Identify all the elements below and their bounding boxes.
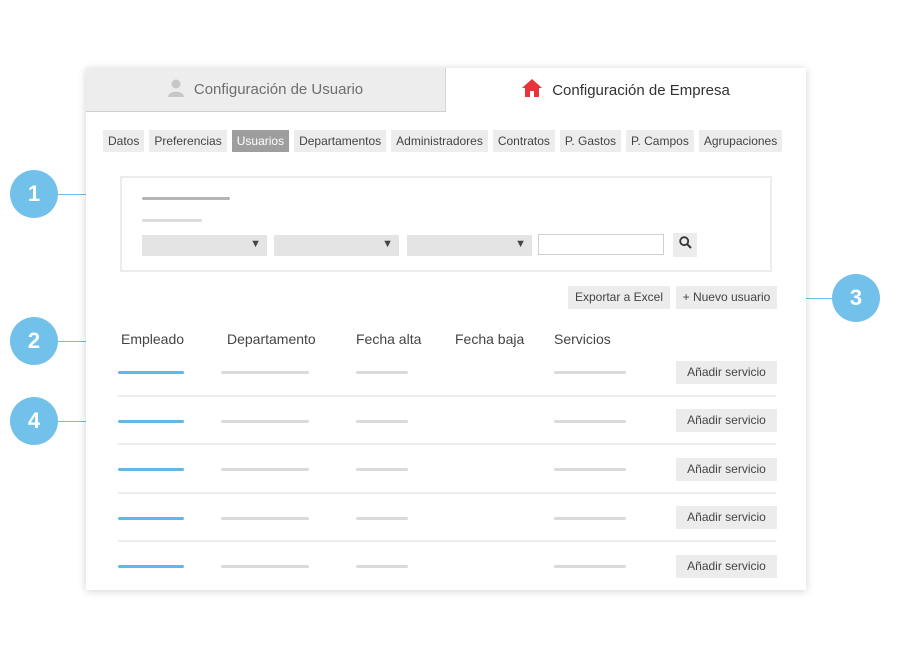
filter-select-1[interactable]: ▼ xyxy=(142,235,267,256)
subtab-p-gastos[interactable]: P. Gastos xyxy=(559,130,622,152)
employee-placeholder xyxy=(118,517,184,520)
start-date-placeholder xyxy=(356,565,408,568)
add-service-button[interactable]: Añadir servicio xyxy=(676,506,777,529)
add-service-button[interactable]: Añadir servicio xyxy=(676,555,777,578)
services-placeholder xyxy=(554,420,626,423)
employee-placeholder xyxy=(118,420,184,423)
search-button[interactable] xyxy=(673,233,697,257)
start-date-placeholder xyxy=(356,468,408,471)
add-service-button[interactable]: Añadir servicio xyxy=(676,361,777,384)
row-divider xyxy=(118,443,776,445)
filter-title-placeholder xyxy=(142,197,230,200)
column-header-start-date: Fecha alta xyxy=(356,331,422,347)
department-placeholder xyxy=(221,565,309,568)
department-placeholder xyxy=(221,517,309,520)
chevron-down-icon: ▼ xyxy=(250,238,261,250)
filter-panel: ▼ ▼ ▼ xyxy=(120,176,772,272)
row-divider xyxy=(118,492,776,494)
settings-panel: Configuración de Usuario Configuración d… xyxy=(86,68,806,590)
annotation-badge-4: 4 xyxy=(10,397,58,445)
subnav: Datos Preferencias Usuarios Departamento… xyxy=(103,130,783,152)
chevron-down-icon: ▼ xyxy=(382,238,393,250)
home-icon xyxy=(522,79,543,101)
services-placeholder xyxy=(554,468,626,471)
services-placeholder xyxy=(554,371,626,374)
subtab-departamentos[interactable]: Departamentos xyxy=(294,130,387,152)
employee-placeholder xyxy=(118,565,184,568)
department-placeholder xyxy=(221,468,309,471)
subtab-usuarios[interactable]: Usuarios xyxy=(231,130,290,152)
chevron-down-icon: ▼ xyxy=(515,238,526,250)
annotation-badge-1: 1 xyxy=(10,170,58,218)
column-header-end-date: Fecha baja xyxy=(455,331,525,347)
add-service-button[interactable]: Añadir servicio xyxy=(676,409,777,432)
start-date-placeholder xyxy=(356,420,408,423)
subtab-administradores[interactable]: Administradores xyxy=(391,130,488,152)
subtab-preferencias[interactable]: Preferencias xyxy=(149,130,227,152)
tab-user-settings[interactable]: Configuración de Usuario xyxy=(86,68,446,112)
employee-placeholder xyxy=(118,468,184,471)
annotation-badge-2: 2 xyxy=(10,317,58,365)
filter-select-3[interactable]: ▼ xyxy=(407,235,532,256)
tab-user-label: Configuración de Usuario xyxy=(193,81,364,98)
department-placeholder xyxy=(221,371,309,374)
filter-subtitle-placeholder xyxy=(142,219,202,222)
row-divider xyxy=(118,395,776,397)
employee-placeholder xyxy=(118,371,184,374)
tab-company-settings[interactable]: Configuración de Empresa xyxy=(446,68,806,112)
row-divider xyxy=(118,540,776,542)
search-icon xyxy=(678,236,692,254)
column-header-department: Departamento xyxy=(227,331,316,347)
user-icon xyxy=(167,79,184,101)
start-date-placeholder xyxy=(356,371,408,374)
annotation-badge-3: 3 xyxy=(832,274,880,322)
subtab-p-campos[interactable]: P. Campos xyxy=(626,130,694,152)
start-date-placeholder xyxy=(356,517,408,520)
filter-search-input[interactable] xyxy=(538,234,664,255)
tab-company-label: Configuración de Empresa xyxy=(552,81,730,99)
column-header-services: Servicios xyxy=(554,331,611,347)
subtab-datos[interactable]: Datos xyxy=(103,130,145,152)
filter-select-2[interactable]: ▼ xyxy=(274,235,399,256)
department-placeholder xyxy=(221,420,309,423)
subtab-contratos[interactable]: Contratos xyxy=(492,130,555,152)
services-placeholder xyxy=(554,517,626,520)
export-excel-button[interactable]: Exportar a Excel xyxy=(568,286,670,309)
new-user-button[interactable]: + Nuevo usuario xyxy=(676,286,777,309)
subtab-agrupaciones[interactable]: Agrupaciones xyxy=(698,130,783,152)
services-placeholder xyxy=(554,565,626,568)
column-header-employee: Empleado xyxy=(121,331,185,347)
add-service-button[interactable]: Añadir servicio xyxy=(676,458,777,481)
